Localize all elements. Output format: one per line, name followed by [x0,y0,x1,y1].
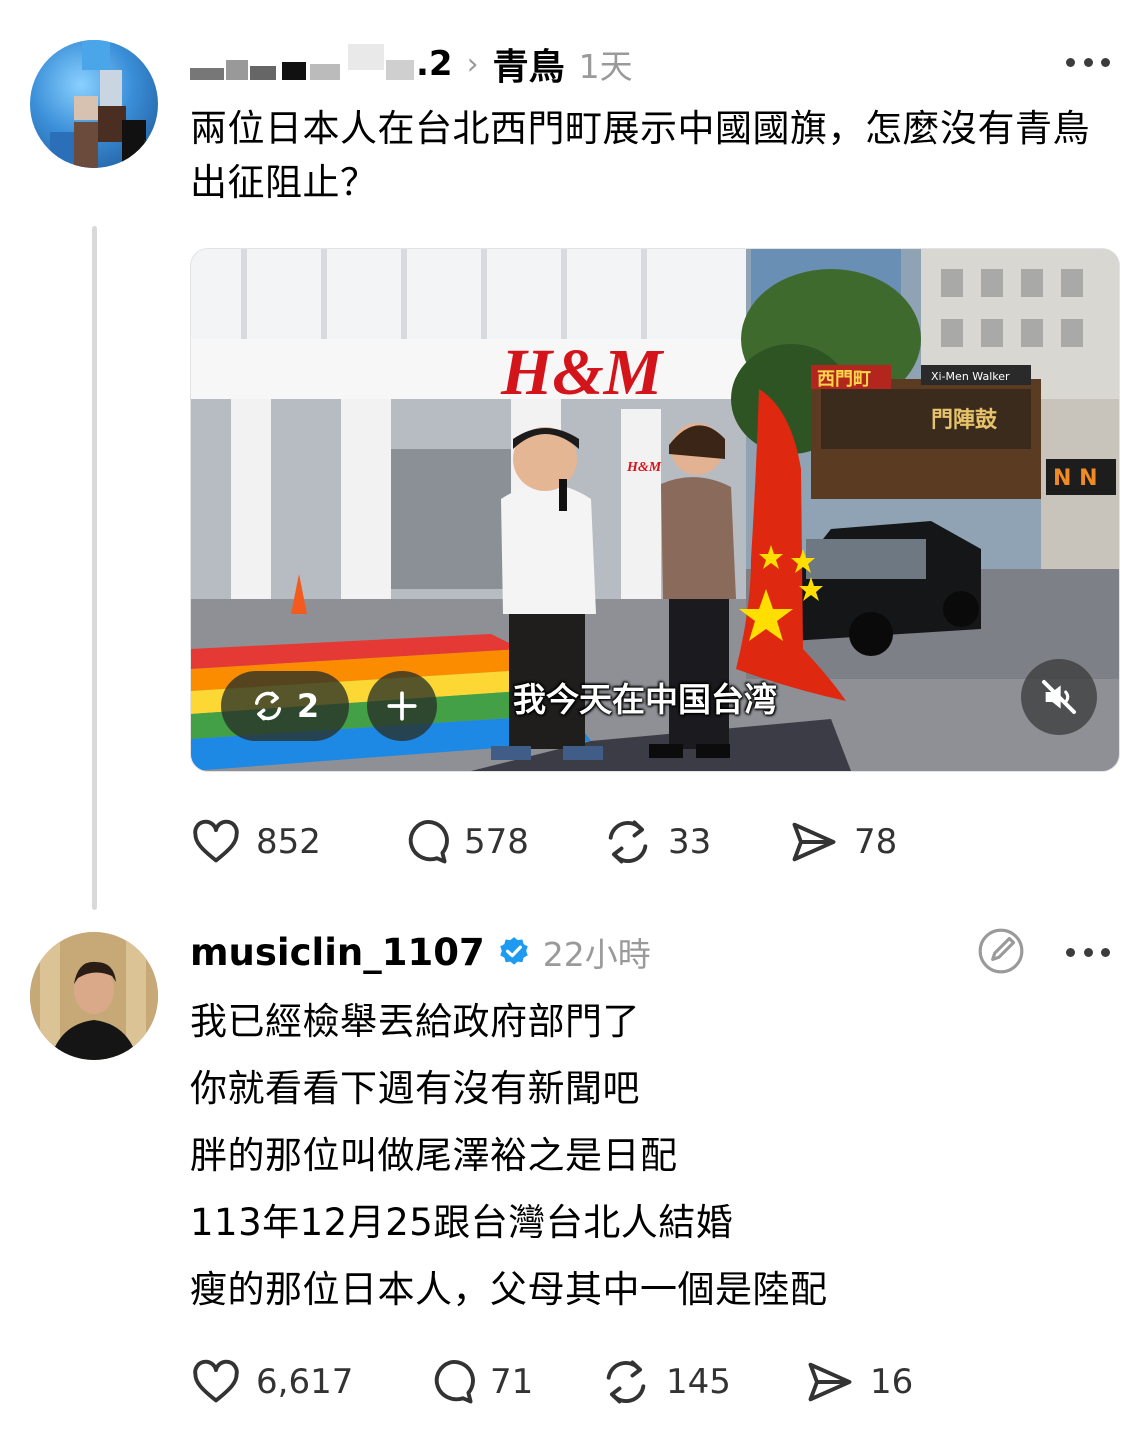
reply-count: 578 [464,822,529,862]
username[interactable]: musiclin_1107 [190,931,485,974]
masked-username[interactable] [190,44,414,84]
post-time: 22小時 [542,935,651,974]
like-count: 852 [256,822,321,862]
repost-arrows-icon [608,820,648,864]
topic-tag[interactable]: 青鳥 [493,38,565,90]
share-button[interactable]: 78 [788,812,897,872]
post-header: musiclin_1107 22小時 [190,924,651,980]
send-arrow-icon [808,1362,852,1402]
reply-button[interactable]: 71 [424,1352,533,1412]
post-actions: 852 578 33 78 [190,812,950,872]
gate-sign: 西門町 [817,369,871,390]
more-dots-icon[interactable] [1066,942,1110,962]
reply-button[interactable]: 578 [398,812,529,872]
reply-count: 71 [490,1362,534,1402]
thread-line [92,226,97,910]
store-sign: H&M [500,336,665,409]
speaker-muted-icon[interactable] [1021,659,1097,735]
verified-badge-icon [499,937,528,965]
like-button[interactable]: 852 [190,812,321,872]
post-text-line: 113年12月25跟台灣台北人結婚 [190,1201,734,1244]
repost-count: 2 [296,687,320,725]
like-count: 6,617 [256,1362,354,1402]
avatar[interactable] [30,932,158,1060]
repost-arrows-icon [254,691,281,721]
more-dots-icon[interactable] [1066,52,1110,72]
edit-pencil-icon[interactable] [976,926,1026,980]
plus-icon[interactable] [367,671,437,741]
username-suffix[interactable]: .2 [416,44,453,84]
repost-arrows-icon [606,1360,646,1404]
repost-button[interactable]: 33 [602,812,711,872]
repost-count-pill[interactable]: 2 [221,671,349,741]
share-count: 78 [854,822,898,862]
like-button[interactable]: 6,617 [190,1352,353,1412]
post-text-line: 你就看看下週有沒有新聞吧 [190,1067,640,1110]
gate-sign-en: Xi-Men Walker [931,370,1010,383]
comment-bubble-icon [434,1360,475,1404]
send-arrow-icon [792,822,836,862]
avatar[interactable] [30,40,158,168]
post-actions: 6,617 71 145 16 [190,1352,950,1412]
repost-count: 33 [668,822,712,862]
shop-sign: N N [1053,466,1097,491]
billboard-text: 門陣鼓 [931,408,998,433]
heart-icon [193,1359,239,1403]
share-count: 16 [870,1362,914,1402]
post-text: 我已經檢舉丟給政府部門了 你就看看下週有沒有新聞吧 胖的那位叫做尾澤裕之是日配 … [190,988,1120,1323]
post-text: 兩位日本人在台北西門町展示中國國旗，怎麼沒有青鳥出征阻止？ [190,107,1090,204]
comment-bubble-icon [408,820,449,864]
repost-button[interactable]: 145 [600,1352,731,1412]
heart-icon [193,819,239,863]
post-time: 1天 [578,47,633,86]
chevron-right-icon: › [466,46,479,82]
store-sign-small: H&M [626,460,662,475]
share-button[interactable]: 16 [804,1352,913,1412]
post-text-line: 胖的那位叫做尾澤裕之是日配 [190,1134,678,1177]
video-media[interactable]: H&M H&M 西門町 Xi-Men Walker 門陣鼓 N N 我今天在中国… [190,248,1120,772]
video-subtitle: 我今天在中国台湾 [513,680,777,719]
post-text-line: 我已經檢舉丟給政府部門了 [190,1000,640,1043]
post-header: .2 › 青鳥 1天 [190,36,633,92]
post-text-line: 瘦的那位日本人，父母其中一個是陸配 [190,1268,828,1311]
repost-count: 145 [666,1362,731,1402]
